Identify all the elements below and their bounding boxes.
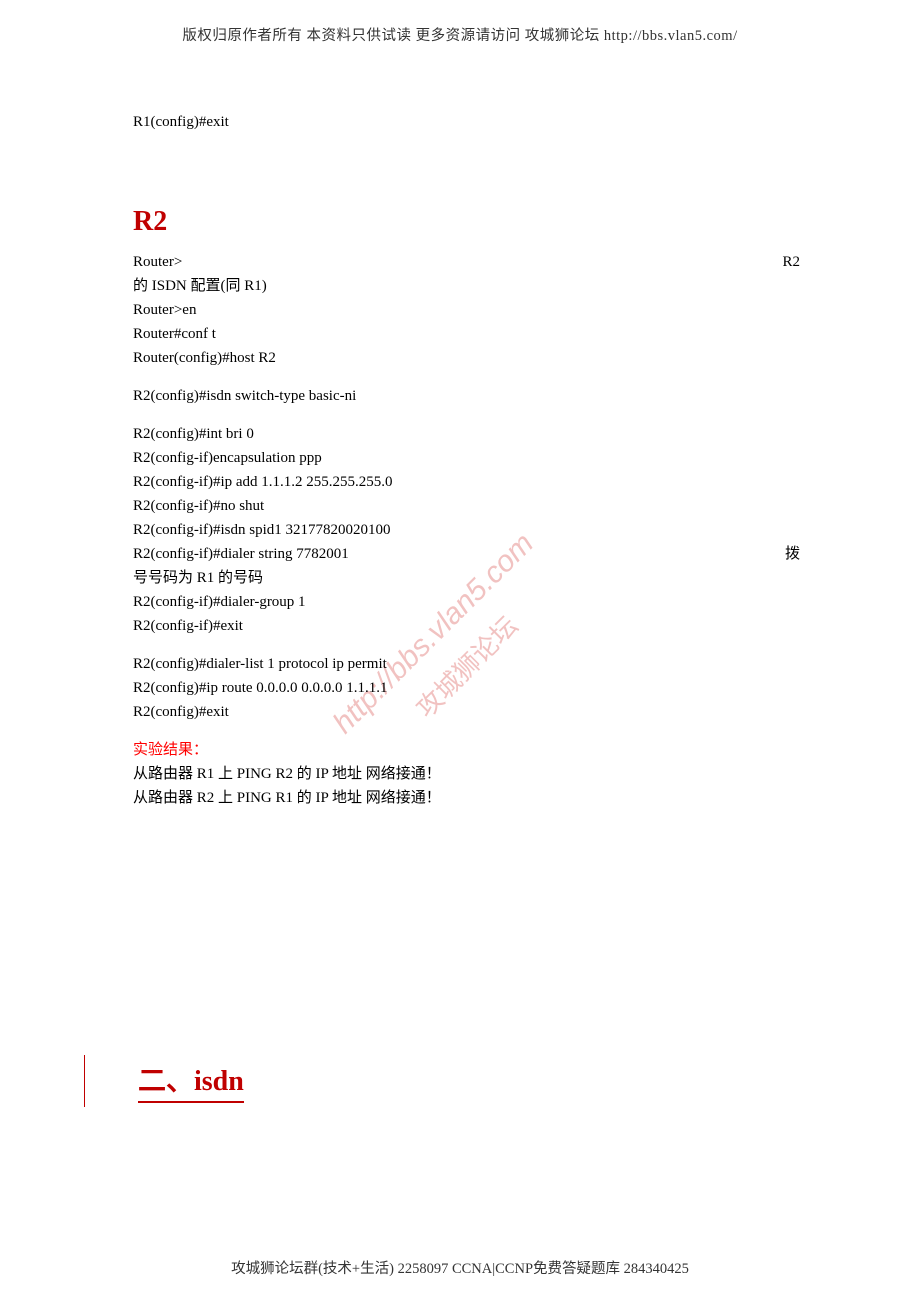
cmd-line: R2(config)#int bri 0 [133, 422, 800, 446]
cmd-line: R2(config-if)#dialer string 7782001 拨 [133, 542, 800, 566]
cmd-line: R2(config-if)encapsulation ppp [133, 446, 800, 470]
cmd-line: R2(config-if)#exit [133, 614, 800, 638]
result-line: 从路由器 R1 上 PING R2 的 IP 地址 网络接通！ [133, 762, 800, 786]
cmd-line: R2(config-if)#no shut [133, 494, 800, 518]
cmd-dialer-string: R2(config-if)#dialer string 7782001 [133, 542, 349, 566]
cmd-line: R2(config-if)#isdn spid1 32177820020100 [133, 518, 800, 542]
heading-r2: R2 [133, 206, 800, 238]
cmd-line: R2(config-if)#ip add 1.1.1.2 255.255.255… [133, 470, 800, 494]
page-footer: 攻城狮论坛群(技术+生活) 2258097 CCNA|CCNP免费答疑题库 28… [0, 1257, 920, 1278]
result-label: 实验结果： [133, 738, 800, 762]
cmd-line: Router> R2 [133, 250, 800, 274]
heading-isdn: 二、isdn [138, 1059, 244, 1103]
page-content: R1(config)#exit R2 Router> R2 的 ISDN 配置(… [133, 110, 800, 810]
cmd-line: R2(config)#ip route 0.0.0.0 0.0.0.0 1.1.… [133, 676, 800, 700]
cmd-line: 号号码为 R1 的号码 [133, 566, 800, 590]
cmd-line: Router>en [133, 298, 800, 322]
cmd-router-prompt: Router> [133, 250, 182, 274]
page-header: 版权归原作者所有 本资料只供试读 更多资源请访问 攻城狮论坛 http://bb… [0, 24, 920, 45]
section-2: 二、isdn [84, 1055, 244, 1107]
cmd-line: Router#conf t [133, 322, 800, 346]
cmd-r1-exit: R1(config)#exit [133, 110, 800, 134]
cmd-line: R2(config-if)#dialer-group 1 [133, 590, 800, 614]
cmd-line: R2(config)#exit [133, 700, 800, 724]
result-line: 从路由器 R2 上 PING R1 的 IP 地址 网络接通！ [133, 786, 800, 810]
cmd-line: R2(config)#dialer-list 1 protocol ip per… [133, 652, 800, 676]
cmd-line: Router(config)#host R2 [133, 346, 800, 370]
annotation-dial: 拨 [785, 542, 800, 566]
annotation-r2: R2 [782, 250, 800, 274]
cmd-line: R2(config)#isdn switch-type basic-ni [133, 384, 800, 408]
cmd-line: 的 ISDN 配置(同 R1) [133, 274, 800, 298]
